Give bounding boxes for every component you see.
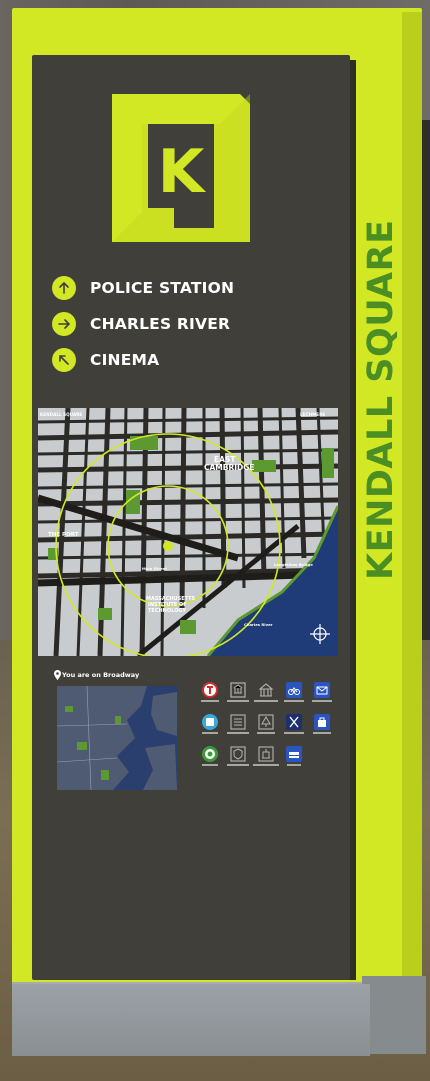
- map-label-lechmere: LECHMERE: [300, 412, 325, 417]
- legend-item-green-line: [196, 746, 224, 768]
- hotel-icon: [286, 746, 302, 762]
- arrow-up-left-icon: [52, 348, 76, 372]
- park-icon: [258, 714, 274, 730]
- legend-item-bus: [196, 714, 224, 736]
- sign-name-text: KENDALL SQUARE: [361, 219, 401, 580]
- info-section: You are on Broadway: [44, 664, 334, 804]
- direction-label: CINEMA: [90, 351, 160, 369]
- bike-share-icon: [286, 682, 302, 698]
- arrow-up-icon: [52, 276, 76, 300]
- restaurant-icon: [286, 714, 302, 730]
- sign-frame-side: [402, 12, 422, 984]
- legend-item-subway: [196, 682, 224, 704]
- direction-charles-river: CHARLES RIVER: [52, 306, 332, 342]
- mail-icon: [314, 682, 330, 698]
- base-side: [362, 976, 426, 1054]
- legend-item-bike: [280, 682, 308, 704]
- you-are-on-label: You are on Broadway: [62, 671, 140, 679]
- location-pin-icon: [54, 670, 61, 680]
- legend-item-hotel: [280, 746, 308, 768]
- regional-mini-map: [57, 686, 177, 790]
- legend-item-building: [252, 682, 280, 704]
- arrow-right-icon: [52, 312, 76, 336]
- amenities-legend: [194, 682, 334, 792]
- map-label-charles-river: Charles River: [244, 622, 273, 627]
- map-label-the-port: THE PORT: [48, 532, 79, 538]
- shopping-icon: [314, 714, 330, 730]
- green-line-icon: [202, 746, 218, 762]
- kendall-logo-icon: K: [112, 94, 250, 242]
- building-icon: [258, 682, 274, 698]
- subway-t-icon: [202, 682, 218, 698]
- map-label-kendall: KENDALL SQUARE: [40, 412, 82, 417]
- photo-scene: K POLICE STATION CHARLES RIVER CINEMA KE…: [0, 0, 430, 1081]
- legend-item-police: [224, 746, 252, 768]
- directions-list: POLICE STATION CHARLES RIVER CINEMA: [52, 270, 332, 378]
- bus-icon: [202, 714, 218, 730]
- map-label-longfellow: Longfellow Bridge: [274, 562, 313, 567]
- legend-item-mail: [308, 682, 336, 704]
- legend-item-restaurant: [280, 714, 308, 736]
- landmark-icon: [230, 682, 246, 698]
- neighborhood-map: KENDALL SQUARE LECHMERE EAST CAMBRIDGE T…: [38, 408, 338, 656]
- legend-item-park: [252, 714, 280, 736]
- direction-label: CHARLES RIVER: [90, 315, 231, 333]
- police-icon: [230, 746, 246, 762]
- direction-label: POLICE STATION: [90, 279, 235, 297]
- legend-item-station: [224, 714, 252, 736]
- stone-base: [12, 984, 370, 1056]
- map-label-main-street: Main Street: [142, 566, 167, 571]
- legend-item-landmark: [224, 682, 252, 704]
- legend-item-historic: [252, 746, 280, 768]
- historic-site-icon: [258, 746, 274, 762]
- logo-letter: K: [158, 137, 207, 207]
- direction-police-station: POLICE STATION: [52, 270, 332, 306]
- direction-cinema: CINEMA: [52, 342, 332, 378]
- legend-item-shopping: [308, 714, 336, 736]
- station-icon: [230, 714, 246, 730]
